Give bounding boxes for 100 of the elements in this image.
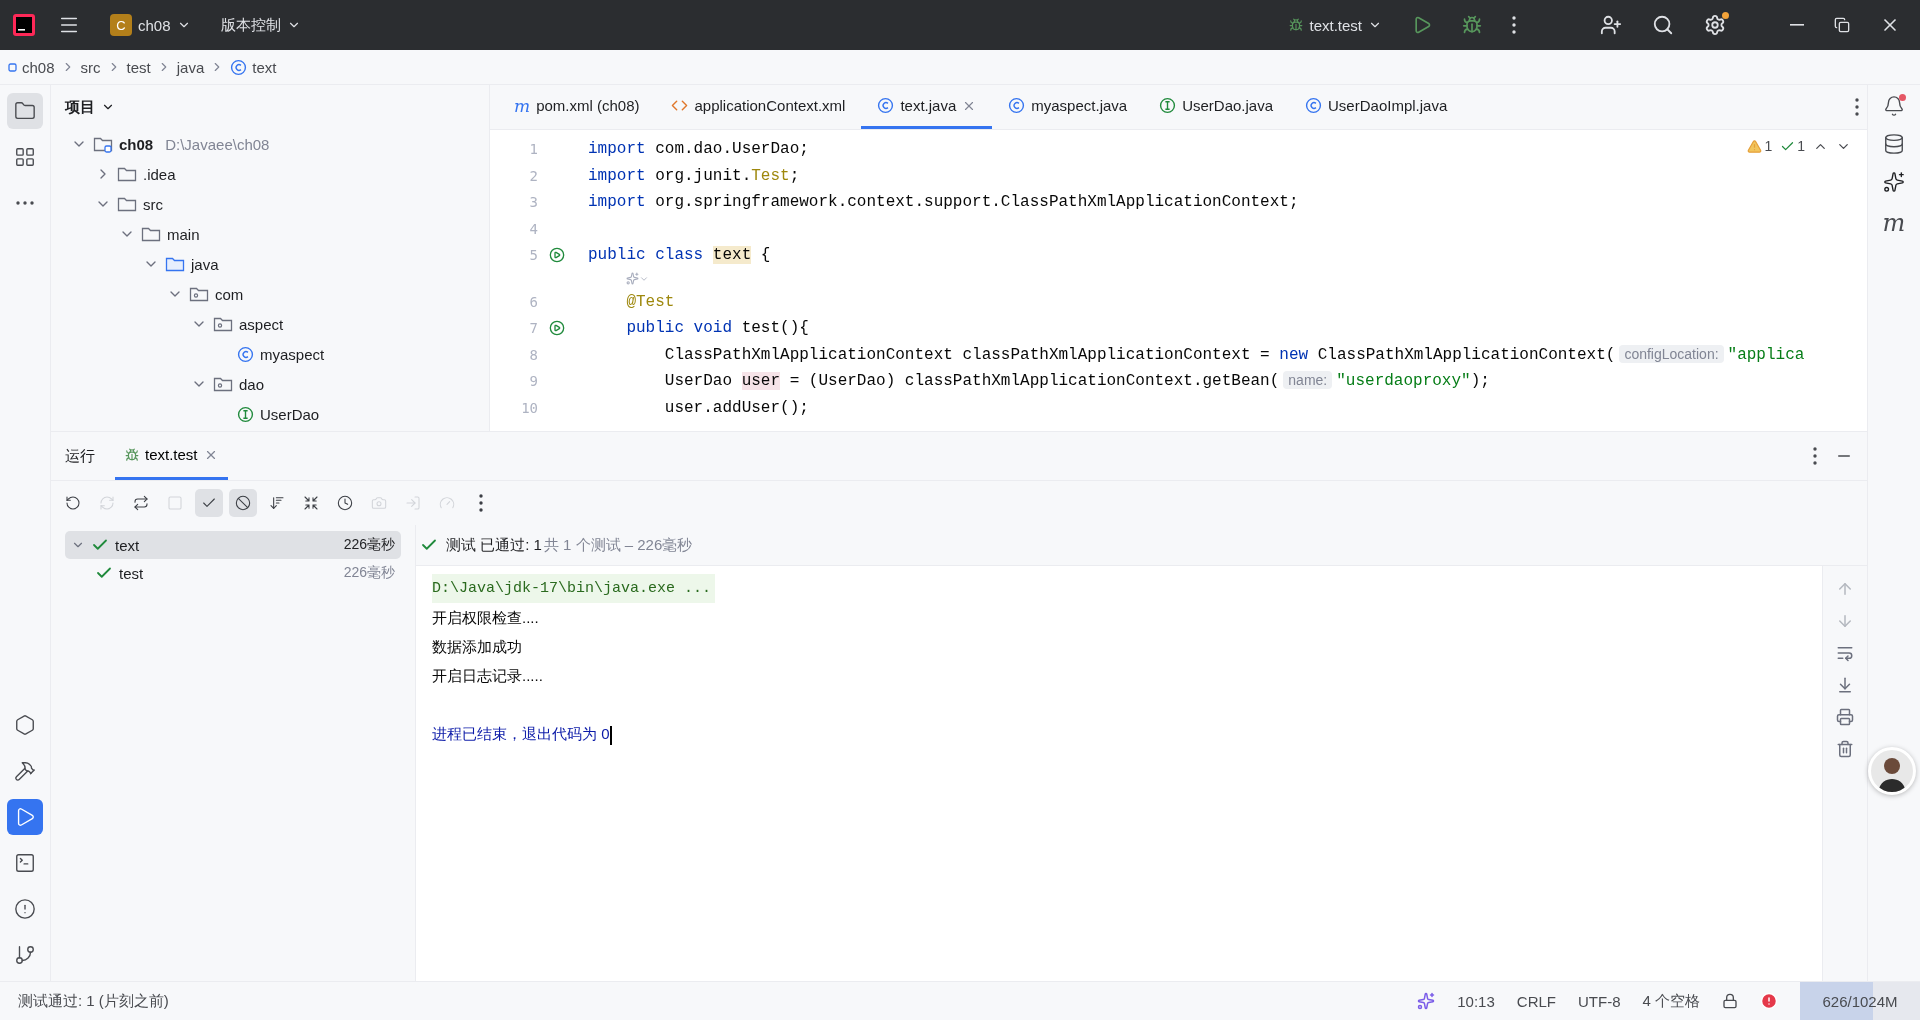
project-selector[interactable]: C ch08 — [102, 8, 199, 42]
code-line: public void test(){ — [625, 319, 809, 338]
code-line: @Test — [625, 292, 675, 311]
more-icon[interactable] — [1813, 447, 1817, 465]
class-icon — [237, 345, 254, 363]
trash-icon[interactable] — [1836, 740, 1854, 758]
line-number: 4 — [528, 220, 538, 237]
search-icon — [1652, 14, 1674, 36]
services-icon — [14, 714, 36, 736]
code-line: public class text { — [587, 246, 771, 265]
console-line: 开启日志记录..... — [432, 666, 543, 686]
package-icon — [213, 315, 233, 333]
passed-count[interactable]: 1 — [1780, 138, 1805, 154]
class-icon — [877, 97, 895, 114]
code-line: user.addUser(); — [663, 398, 809, 417]
line-number: 6 — [528, 293, 538, 310]
error-icon[interactable] — [1760, 992, 1778, 1010]
code-line: ClassPathXmlApplicationContext classPathXmlApplicationContext = new ClassPathXmlApplicationContext( configLocation: "applica — [663, 345, 1805, 364]
database-icon[interactable] — [1883, 133, 1905, 155]
print-icon[interactable] — [1836, 708, 1854, 726]
editor-tab[interactable]: myaspect.java — [992, 85, 1144, 129]
toolbar-button[interactable] — [229, 489, 257, 517]
git-branch-icon — [14, 944, 36, 966]
memory-indicator[interactable]: 626/1024M — [1800, 982, 1920, 1020]
maven-icon[interactable]: m — [1882, 209, 1906, 237]
breadcrumb-item[interactable]: ch08 — [8, 58, 55, 76]
class-icon — [230, 58, 248, 76]
ai-assistant-icon[interactable] — [1883, 171, 1905, 193]
code-line: import org.junit.Test; — [587, 166, 800, 185]
editor-tab[interactable]: text.java — [861, 85, 993, 129]
tree-item[interactable]: myaspect — [51, 339, 489, 369]
run-tab[interactable]: text.test — [115, 432, 228, 480]
editor-tab[interactable]: UserDao.java — [1143, 85, 1290, 129]
restore-icon — [1834, 17, 1850, 33]
hammer-icon — [14, 760, 36, 782]
editor-tab[interactable]: applicationContext.xml — [655, 85, 862, 129]
bug-icon — [125, 447, 139, 462]
class-icon — [1305, 97, 1323, 114]
run-gutter-icon[interactable] — [549, 320, 565, 337]
tree-item[interactable]: dao — [51, 369, 489, 399]
breadcrumb-item[interactable]: test — [126, 58, 151, 76]
line-number: 2 — [528, 167, 538, 184]
test-summary: 共 1 个测试 – 226毫秒 — [543, 535, 693, 555]
app-logo-icon[interactable] — [12, 13, 36, 37]
editor-tab[interactable]: m pom.xml (ch08) — [498, 85, 656, 129]
tool-window-button[interactable] — [7, 799, 43, 835]
code-line: UserDao user = (UserDao) classPathXmlApplicationContext.getBean( name: "userdaoproxy"); — [663, 372, 1490, 391]
warning-count[interactable]: 1 — [1747, 138, 1773, 154]
lock-icon[interactable] — [1722, 993, 1738, 1009]
test-status: 测试 已通过: 1 — [446, 535, 542, 555]
avatar[interactable] — [1868, 747, 1916, 795]
line-number: 8 — [528, 346, 538, 363]
path-hint: D:\Javaee\ch08 — [165, 135, 270, 153]
line-number: 7 — [528, 320, 538, 337]
line-number: 5 — [528, 247, 538, 264]
tree-item[interactable]: com — [51, 279, 489, 309]
tree-item[interactable]: main — [51, 219, 489, 249]
tree-item[interactable]: UserDao — [51, 399, 489, 429]
interface-icon — [237, 405, 254, 423]
interface-icon — [1159, 97, 1177, 114]
tree-item[interactable]: src — [51, 189, 489, 219]
console-line: 数据添加成功 — [432, 637, 522, 657]
folder-icon — [117, 165, 137, 183]
line-number: 9 — [528, 373, 538, 390]
notification-dot — [1899, 94, 1906, 101]
class-icon — [1008, 97, 1026, 114]
more-icon — [479, 494, 483, 512]
notifications-icon[interactable] — [1883, 95, 1905, 117]
editor-tab[interactable]: UserDaoImpl.java — [1289, 85, 1464, 129]
terminal-icon — [14, 852, 36, 874]
tree-item[interactable]: aspect — [51, 309, 489, 339]
structure-icon — [14, 146, 36, 168]
status-item[interactable]: CRLF — [1516, 992, 1556, 1010]
breadcrumb-item[interactable]: text — [230, 58, 277, 76]
warning-icon — [1747, 138, 1763, 154]
breadcrumb-item[interactable]: java — [176, 58, 205, 76]
test-tree-item[interactable]: test 226毫秒 — [65, 559, 401, 587]
status-message[interactable]: 测试通过: 1 (片刻之前) — [18, 991, 169, 1011]
run-gutter-icon[interactable] — [549, 247, 565, 264]
console-line: 开启权限检查.... — [432, 608, 539, 628]
add-user-icon — [1600, 14, 1622, 36]
ai-status-icon[interactable] — [1417, 992, 1436, 1010]
status-item[interactable]: 4 个空格 — [1642, 991, 1700, 1011]
soft-wrap-icon[interactable] — [1836, 644, 1854, 662]
more-icon — [1512, 16, 1516, 34]
tree-item[interactable]: .idea — [51, 159, 489, 189]
test-tree-item[interactable]: text 226毫秒 — [65, 531, 401, 559]
status-item[interactable]: UTF-8 — [1578, 992, 1621, 1010]
tree-item[interactable]: java — [51, 249, 489, 279]
panel-title[interactable]: 项目 — [51, 85, 489, 129]
play-icon — [1412, 15, 1432, 35]
status-item[interactable]: 10:13 — [1457, 992, 1495, 1010]
run-config-selector[interactable]: text.test — [1281, 10, 1390, 40]
tool-window-button[interactable] — [7, 93, 43, 129]
scroll-to-end-icon[interactable] — [1836, 676, 1854, 694]
settings-icon — [1704, 14, 1726, 36]
tree-item[interactable]: ch08 D:\Javaee\ch08 — [51, 129, 489, 159]
vcs-menu[interactable]: 版本控制 — [212, 9, 309, 41]
problems-icon — [14, 898, 36, 920]
breadcrumb-item[interactable]: src — [80, 58, 101, 76]
